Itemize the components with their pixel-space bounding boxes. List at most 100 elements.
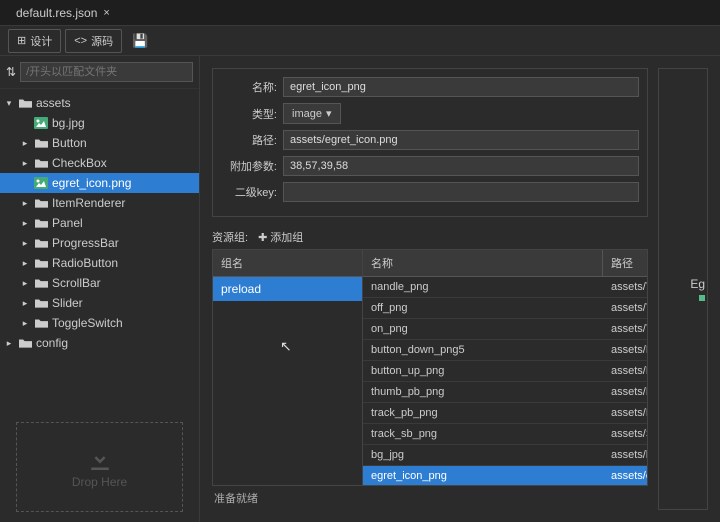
tree-item-label: bg.jpg — [52, 116, 85, 130]
cell-path: assets/Button/butto — [603, 361, 647, 381]
chevron-right-icon[interactable]: ▸ — [20, 318, 30, 329]
table-row[interactable]: track_sb_pngassets/ScrollBar/tra — [363, 424, 647, 445]
close-icon[interactable]: × — [103, 7, 109, 19]
tree-item[interactable]: ▸ CheckBox — [0, 153, 199, 173]
path-input[interactable] — [283, 130, 639, 150]
preview-panel: Eg — [658, 68, 708, 510]
cell-name: bg_jpg — [363, 445, 603, 465]
sidebar: ⇅ ▾ assets bg.jpg ▸ Button ▸ CheckBox egret_ico… — [0, 56, 200, 522]
tree-item-label: RadioButton — [52, 256, 118, 270]
layout-icon: ⊞ — [17, 34, 26, 47]
chevron-right-icon[interactable]: ▸ — [20, 158, 30, 169]
chevron-right-icon[interactable]: ▸ — [20, 258, 30, 269]
cell-name: on_png — [363, 319, 603, 339]
groups-label: 资源组: — [212, 229, 248, 245]
table-row[interactable]: button_up_pngassets/Button/butto — [363, 361, 647, 382]
name-input[interactable] — [283, 77, 639, 97]
chevron-right-icon[interactable]: ▸ — [4, 338, 14, 349]
chevron-right-icon[interactable]: ▸ — [20, 238, 30, 249]
image-icon — [34, 117, 48, 129]
secondkey-label: 二级key: — [221, 184, 277, 200]
folder-icon — [34, 237, 48, 249]
chevron-right-icon[interactable]: ▸ — [20, 198, 30, 209]
col-path-header: 路径 — [603, 250, 647, 276]
tree-item[interactable]: ▸ RadioButton — [0, 253, 199, 273]
tree-item[interactable]: ▾ assets — [0, 93, 199, 113]
tree-item[interactable]: ▸ ScrollBar — [0, 273, 199, 293]
cell-path: assets/egret_icon.pn — [603, 466, 647, 485]
tree-item[interactable]: ▸ProgressBar — [0, 233, 199, 253]
folder-icon — [34, 197, 48, 209]
cell-path: assets/ScrollBar/tra — [603, 424, 647, 444]
tree-item[interactable]: ▸ Slider — [0, 293, 199, 313]
file-tree: ▾ assets bg.jpg ▸ Button ▸ CheckBox egret_icon.… — [0, 89, 199, 412]
folder-icon — [34, 157, 48, 169]
type-select[interactable]: image ▾ — [283, 103, 341, 124]
cell-name: egret_icon_png — [363, 466, 603, 485]
download-icon — [85, 445, 115, 475]
tree-item[interactable]: ▸ ToggleSwitch — [0, 313, 199, 333]
tree-item-label: ToggleSwitch — [52, 316, 123, 330]
resource-table: 名称 路径 nandle_pngassets/ToggleSwitchoff_p… — [363, 250, 647, 485]
cell-name: button_up_png — [363, 361, 603, 381]
toolbar: ⊞ 设计 <> 源码 💾 — [0, 26, 720, 56]
folder-icon — [18, 97, 32, 109]
tree-item-label: egret_icon.png — [52, 176, 131, 190]
tree-item[interactable]: ▸ Panel — [0, 213, 199, 233]
table-row[interactable]: button_down_png5assets/Button/butto — [363, 340, 647, 361]
cell-name: button_down_png5 — [363, 340, 603, 360]
tree-item[interactable]: egret_icon.png — [0, 173, 199, 193]
code-icon: <> — [74, 35, 87, 47]
tree-item[interactable]: bg.jpg — [0, 113, 199, 133]
tree-item-label: Panel — [52, 216, 83, 230]
cell-name: thumb_pb_png — [363, 382, 603, 402]
table-row[interactable]: off_pngassets/ToggleSwitch — [363, 298, 647, 319]
source-button[interactable]: <> 源码 — [65, 29, 122, 53]
name-label: 名称: — [221, 79, 277, 95]
design-button[interactable]: ⊞ 设计 — [8, 29, 61, 53]
chevron-right-icon[interactable]: ▸ — [20, 298, 30, 309]
table-row[interactable]: track_pb_pngassets/ProgressBar/ — [363, 403, 647, 424]
chevron-right-icon[interactable]: ▸ — [20, 138, 30, 149]
groupname-header: 组名 — [213, 250, 362, 277]
folder-icon — [34, 137, 48, 149]
tree-item-label: CheckBox — [52, 156, 107, 170]
status-text: 准备就绪 — [212, 486, 648, 510]
tree-item-label: ScrollBar — [52, 276, 101, 290]
group-list: 组名 preload — [213, 250, 363, 485]
folder-icon — [34, 317, 48, 329]
tree-item-label: config — [36, 336, 68, 350]
cell-name: track_pb_png — [363, 403, 603, 423]
tree-item-label: Button — [52, 136, 87, 150]
table-row[interactable]: on_pngassets/ToggleSwitch — [363, 319, 647, 340]
chevron-right-icon[interactable]: ▸ — [20, 218, 30, 229]
table-row[interactable]: nandle_pngassets/ToggleSwitch — [363, 277, 647, 298]
dropzone[interactable]: Drop Here — [16, 422, 183, 512]
save-icon[interactable]: 💾 — [126, 30, 154, 52]
type-label: 类型: — [221, 106, 277, 122]
dropzone-label: Drop Here — [72, 475, 127, 489]
group-item[interactable]: preload — [213, 277, 362, 301]
chevron-down-icon: ▾ — [326, 107, 332, 120]
table-row[interactable]: thumb_pb_pngassets/ProgressBar/ — [363, 382, 647, 403]
tree-item[interactable]: ▸ Button — [0, 133, 199, 153]
folder-icon — [34, 297, 48, 309]
folder-icon — [18, 337, 32, 349]
filter-input[interactable] — [20, 62, 193, 82]
table-row[interactable]: bg_jpgassets/bg.jpg — [363, 445, 647, 466]
plus-icon: ✚ — [258, 231, 267, 244]
table-row[interactable]: egret_icon_pngassets/egret_icon.pn — [363, 466, 647, 485]
add-group-button[interactable]: ✚ 添加组 — [258, 229, 303, 245]
filter-icon[interactable]: ⇅ — [6, 65, 16, 79]
tree-item[interactable]: ▸ ItemRenderer — [0, 193, 199, 213]
chevron-down-icon[interactable]: ▾ — [4, 98, 14, 109]
tree-item[interactable]: ▸ config — [0, 333, 199, 353]
preview-label: Eg — [690, 277, 705, 291]
file-tab[interactable]: default.res.json × — [8, 2, 118, 24]
secondkey-input[interactable] — [283, 182, 639, 202]
tree-item-label: assets — [36, 96, 71, 110]
tree-item-label: ItemRenderer — [52, 196, 125, 210]
chevron-right-icon[interactable]: ▸ — [20, 278, 30, 289]
tree-item-label: Slider — [52, 296, 83, 310]
extra-input[interactable] — [283, 156, 639, 176]
